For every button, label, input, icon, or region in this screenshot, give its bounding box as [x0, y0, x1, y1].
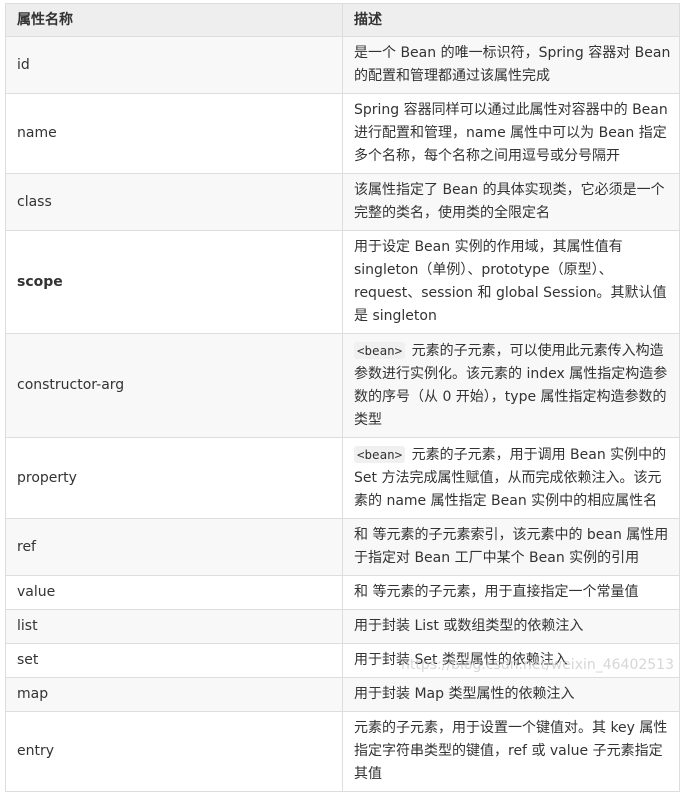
row-description: 和 等元素的子元素索引，该元素中的 bean 属性用于指定对 Bean 工厂中某… — [342, 518, 680, 576]
row-name: scope — [5, 230, 343, 334]
table-row: value 和 等元素的子元素，用于直接指定一个常量值 — [5, 575, 680, 610]
table-row: property <bean> 元素的子元素，用于调用 Bean 实例中的 Se… — [5, 437, 680, 519]
row-description: 用于封装 List 或数组类型的依赖注入 — [342, 609, 680, 644]
row-name: property — [5, 437, 343, 519]
inline-code: <bean> — [354, 342, 406, 359]
row-name: list — [5, 609, 343, 644]
attribute-table: 属性名称 描述 id 是一个 Bean 的唯一标识符，Spring 容器对 Be… — [5, 3, 680, 792]
table-row: ref 和 等元素的子元素索引，该元素中的 bean 属性用于指定对 Bean … — [5, 518, 680, 576]
row-description: <bean> 元素的子元素，用于调用 Bean 实例中的 Set 方法完成属性赋… — [342, 437, 680, 519]
row-description: 元素的子元素，用于设置一个键值对。其 key 属性指定字符串类型的键值，ref … — [342, 711, 680, 792]
row-name: entry — [5, 711, 343, 792]
row-description: 该属性指定了 Bean 的具体实现类，它必须是一个完整的类名，使用类的全限定名 — [342, 173, 680, 231]
header-attribute-name: 属性名称 — [5, 3, 343, 37]
table-header-row: 属性名称 描述 — [5, 3, 680, 37]
table-row: name Spring 容器同样可以通过此属性对容器中的 Bean 进行配置和管… — [5, 93, 680, 174]
table-row: constructor-arg <bean> 元素的子元素，可以使用此元素传入构… — [5, 333, 680, 438]
table-row: entry 元素的子元素，用于设置一个键值对。其 key 属性指定字符串类型的键… — [5, 711, 680, 792]
row-name: id — [5, 36, 343, 94]
row-name: ref — [5, 518, 343, 576]
table-row: class 该属性指定了 Bean 的具体实现类，它必须是一个完整的类名，使用类… — [5, 173, 680, 231]
table-row: id 是一个 Bean 的唯一标识符，Spring 容器对 Bean 的配置和管… — [5, 36, 680, 94]
watermark: https://blog.csdn.net/weixin_46402513 — [400, 657, 674, 673]
row-description: 是一个 Bean 的唯一标识符，Spring 容器对 Bean 的配置和管理都通… — [342, 36, 680, 94]
row-description: Spring 容器同样可以通过此属性对容器中的 Bean 进行配置和管理，nam… — [342, 93, 680, 174]
row-name: name — [5, 93, 343, 174]
row-name: value — [5, 575, 343, 610]
row-name: set — [5, 643, 343, 678]
table-row: list 用于封装 List 或数组类型的依赖注入 — [5, 609, 680, 644]
header-description: 描述 — [342, 3, 680, 37]
row-name: constructor-arg — [5, 333, 343, 438]
row-description: 用于设定 Bean 实例的作用域，其属性值有 singleton（单例）、pro… — [342, 230, 680, 334]
row-description: 和 等元素的子元素，用于直接指定一个常量值 — [342, 575, 680, 610]
row-name: class — [5, 173, 343, 231]
row-description: <bean> 元素的子元素，可以使用此元素传入构造参数进行实例化。该元素的 in… — [342, 333, 680, 438]
inline-code: <bean> — [354, 446, 406, 463]
table-row: scope 用于设定 Bean 实例的作用域，其属性值有 singleton（单… — [5, 230, 680, 334]
